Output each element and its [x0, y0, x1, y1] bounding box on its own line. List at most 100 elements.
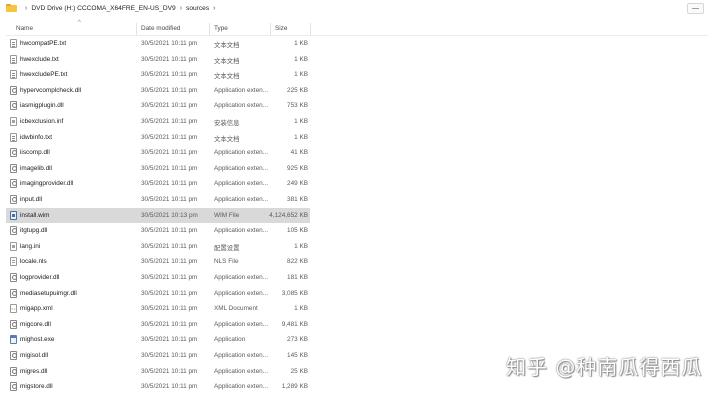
- file-size: 3,085 KB: [281, 289, 308, 297]
- column-divider[interactable]: [209, 23, 210, 35]
- file-date-modified: 30/5/2021 10:11 pm: [141, 258, 198, 266]
- file-size: 1 KB: [294, 40, 308, 47]
- column-header-size[interactable]: Size: [275, 25, 287, 32]
- file-name: icbexclusion.inf: [20, 118, 64, 125]
- file-date-modified: 30/5/2021 10:11 pm: [141, 102, 198, 110]
- chevron-right-icon: ›: [25, 4, 28, 12]
- file-name: iasmigplugin.dll: [20, 102, 64, 110]
- file-type: 安装信息: [214, 120, 240, 127]
- file-date-modified: 30/5/2021 10:11 pm: [141, 164, 198, 172]
- file-name: migapp.xml: [20, 305, 53, 313]
- file-row[interactable]: migisol.dll 30/5/2021 10:11 pm Application…: [6, 348, 310, 363]
- file-size: 4,124,652 KB: [269, 211, 308, 219]
- file-row[interactable]: hypervcomplcheck.dll 30/5/2021 10:11 pm Ap…: [6, 83, 310, 98]
- column-header-type[interactable]: Type: [214, 25, 228, 32]
- column-header-date[interactable]: Date modified: [141, 25, 180, 32]
- file-row[interactable]: iasmigplugin.dll 30/5/2021 10:11 pm Applic…: [6, 98, 310, 113]
- file-row[interactable]: icbexclusion.inf 30/5/2021 10:11 pm 安装信息 1 …: [6, 114, 310, 129]
- file-date-modified: 30/5/2021 10:11 pm: [141, 55, 198, 63]
- file-date-modified: 30/5/2021 10:11 pm: [141, 320, 198, 328]
- file-size: 105 KB: [287, 227, 308, 235]
- file-size: 1 KB: [294, 133, 308, 141]
- breadcrumb-drive[interactable]: DVD Drive (H:) CCCOMA_X64FRE_EN-US_DV9: [31, 5, 175, 12]
- column-divider[interactable]: [136, 23, 137, 35]
- file-row[interactable]: imagelib.dll 30/5/2021 10:11 pm Applicatio…: [6, 161, 310, 176]
- file-row[interactable]: hwcompatPE.txt 30/5/2021 10:11 pm 文本文档 1 KB: [6, 36, 310, 51]
- file-name: migcore.dll: [20, 320, 51, 328]
- breadcrumb-sources[interactable]: sources: [186, 5, 209, 12]
- file-type: 文本文档: [214, 73, 240, 81]
- file-row[interactable]: lang.ini 30/5/2021 10:11 pm 配置设置 1 KB: [6, 239, 310, 254]
- file-type: Application: [214, 336, 246, 344]
- file-row[interactable]: mediasetupuimgr.dll 30/5/2021 10:11 pm App…: [6, 286, 310, 301]
- file-name: migres.dll: [20, 367, 48, 375]
- file-name: locale.nls: [20, 258, 47, 266]
- file-size: 925 KB: [287, 164, 308, 172]
- wim-file-icon: [10, 210, 17, 220]
- file-date-modified: 30/5/2021 10:11 pm: [141, 227, 198, 235]
- file-row[interactable]: migapp.xml 30/5/2021 10:11 pm XML Document…: [6, 301, 310, 316]
- chevron-right-icon: ›: [179, 4, 183, 12]
- breadcrumb: › DVD Drive (H:) CCCOMA_X64FRE_EN-US_DV9…: [0, 0, 720, 16]
- file-type: Application exten...: [214, 383, 268, 391]
- file-date-modified: 30/5/2021 10:11 pm: [141, 71, 198, 79]
- file-size: 249 KB: [287, 180, 308, 188]
- file-row[interactable]: iiscomp.dll 30/5/2021 10:11 pm Application…: [6, 145, 310, 160]
- file-date-modified: 30/5/2021 10:11 pm: [141, 352, 198, 359]
- file-type: Application exten...: [214, 289, 268, 297]
- file-date-modified: 30/5/2021 10:11 pm: [141, 242, 198, 250]
- file-row[interactable]: hwexcludePE.txt 30/5/2021 10:11 pm 文本文档 1 K…: [6, 67, 310, 82]
- minimize-button[interactable]: —: [687, 3, 704, 14]
- file-date-modified: 30/5/2021 10:11 pm: [141, 274, 198, 281]
- column-divider[interactable]: [270, 23, 271, 35]
- file-name: migstore.dll: [20, 383, 53, 391]
- dll-file-icon: [10, 148, 17, 158]
- file-type: Application exten...: [214, 164, 268, 172]
- file-row[interactable]: mighost.exe 30/5/2021 10:11 pm Application…: [6, 332, 310, 347]
- file-type: Application exten...: [214, 180, 268, 188]
- file-size: 822 KB: [287, 258, 308, 266]
- file-name: idwbinfo.txt: [20, 133, 52, 141]
- file-size: 145 KB: [287, 352, 308, 359]
- file-row[interactable]: imagingprovider.dll 30/5/2021 10:11 pm App…: [6, 176, 310, 191]
- file-name: lang.ini: [20, 242, 41, 250]
- dll-file-icon: [10, 85, 17, 95]
- file-size: 753 KB: [287, 102, 308, 110]
- file-row[interactable]: logprovider.dll 30/5/2021 10:11 pm Applica…: [6, 270, 310, 285]
- ini-file-icon: [10, 241, 17, 251]
- window-controls: —: [687, 3, 704, 14]
- file-row[interactable]: migstore.dll 30/5/2021 10:11 pm Applicatio…: [6, 379, 310, 394]
- dll-file-icon: [10, 101, 17, 111]
- file-row[interactable]: install.wim 30/5/2021 10:13 pm WIM File 4,1…: [6, 207, 310, 223]
- file-type: Application exten...: [214, 352, 268, 359]
- file-size: 9,481 KB: [281, 320, 308, 328]
- file-row[interactable]: itgtupg.dll 30/5/2021 10:11 pm Application…: [6, 223, 310, 238]
- file-name: hwexclude.txt: [20, 55, 59, 63]
- file-type: Application exten...: [214, 274, 268, 281]
- dll-file-icon: [10, 351, 17, 360]
- file-name: mediasetupuimgr.dll: [20, 289, 77, 297]
- file-date-modified: 30/5/2021 10:11 pm: [141, 383, 198, 391]
- file-date-modified: 30/5/2021 10:11 pm: [141, 40, 198, 47]
- file-date-modified: 30/5/2021 10:11 pm: [141, 305, 198, 313]
- file-row[interactable]: hwexclude.txt 30/5/2021 10:11 pm 文本文档 1 KB: [6, 52, 310, 67]
- file-row[interactable]: idwbinfo.txt 30/5/2021 10:11 pm 文本文档 1 KB: [6, 130, 310, 145]
- dll-file-icon: [10, 226, 17, 236]
- file-type: Application exten...: [214, 196, 268, 203]
- txt-file-icon: [10, 70, 17, 80]
- file-name: input.dll: [20, 196, 43, 203]
- file-row[interactable]: locale.nls 30/5/2021 10:11 pm NLS File 822 …: [6, 254, 310, 269]
- file-size: 381 KB: [287, 196, 308, 203]
- file-row[interactable]: migcore.dll 30/5/2021 10:11 pm Application…: [6, 317, 310, 332]
- file-size: 1 KB: [294, 55, 308, 63]
- file-date-modified: 30/5/2021 10:13 pm: [141, 211, 198, 219]
- column-header-name[interactable]: Name: [16, 25, 33, 32]
- file-row[interactable]: input.dll 30/5/2021 10:11 pm Application e…: [6, 192, 310, 207]
- column-header-row: ^ Name Date modified Type Size: [6, 20, 708, 36]
- dll-file-icon: [10, 273, 17, 282]
- file-row[interactable]: migres.dll 30/5/2021 10:11 pm Application …: [6, 364, 310, 379]
- ini-file-icon: [10, 117, 17, 126]
- file-name: install.wim: [20, 211, 50, 219]
- column-divider[interactable]: [310, 23, 311, 35]
- file-name: hwexcludePE.txt: [20, 71, 68, 79]
